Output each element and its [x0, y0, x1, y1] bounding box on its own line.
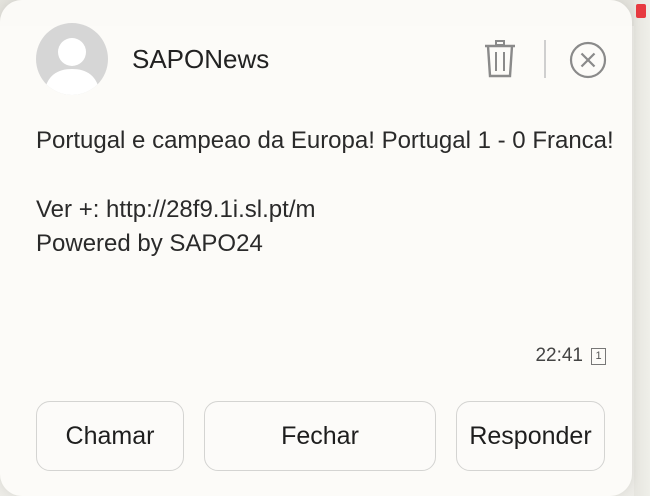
message-link: Ver +: http://28f9.1i.sl.pt/m	[36, 196, 316, 223]
dismiss-button[interactable]	[568, 40, 608, 80]
background-red-marker	[636, 4, 646, 18]
message-text: Portugal e campeao da Europa! Portugal 1…	[36, 127, 614, 154]
icon-divider	[544, 40, 546, 78]
reply-button[interactable]: Responder	[456, 401, 605, 471]
trash-icon	[485, 40, 515, 78]
screen-right-edge	[634, 0, 650, 496]
message-count-badge: 1	[591, 347, 606, 365]
message-time: 22:41	[535, 345, 583, 366]
message-body: Portugal e campeao da Europa! Portugal 1…	[36, 124, 616, 261]
delete-button[interactable]	[481, 38, 519, 80]
sender-name: SAPONews	[132, 44, 270, 74]
message-powered-by: Powered by SAPO24	[36, 230, 263, 257]
call-button[interactable]: Chamar	[36, 401, 184, 471]
person-placeholder-icon	[36, 23, 108, 95]
close-circle-icon	[569, 41, 607, 79]
message-meta: 22:41 1	[535, 345, 606, 367]
message-popup: SAPONews Portugal e campeao da Europa! P…	[0, 0, 632, 496]
close-button[interactable]: Fechar	[204, 401, 436, 471]
